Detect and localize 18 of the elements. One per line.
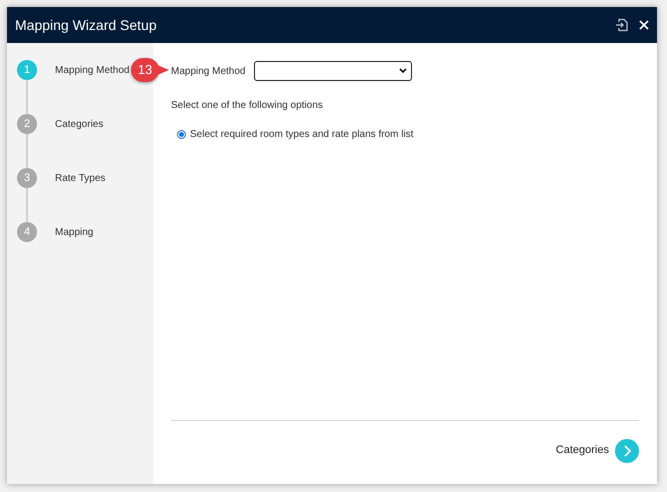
step-number: 1 (17, 60, 37, 80)
export-icon[interactable] (615, 18, 629, 32)
step-label[interactable]: Categories (55, 116, 104, 132)
step-label[interactable]: Mapping (55, 224, 94, 240)
step-number: 2 (17, 114, 37, 134)
step-label[interactable]: Rate Types (55, 170, 106, 186)
mapping-method-dropdown[interactable] (254, 61, 412, 81)
field-label: Mapping Method (171, 64, 246, 78)
step-number: 4 (17, 222, 37, 242)
next-button[interactable]: Categories (556, 442, 609, 459)
close-icon[interactable] (639, 20, 649, 30)
window-title: Mapping Wizard Setup (15, 16, 158, 35)
option-label: Select required room types and rate plans from list (190, 128, 414, 142)
radio-button[interactable] (177, 130, 186, 139)
chevron-down-icon (398, 68, 406, 74)
step-number: 3 (17, 168, 37, 188)
instruction-text: Select one of the following options (171, 99, 324, 113)
step-label[interactable]: Mapping Method (55, 62, 130, 78)
